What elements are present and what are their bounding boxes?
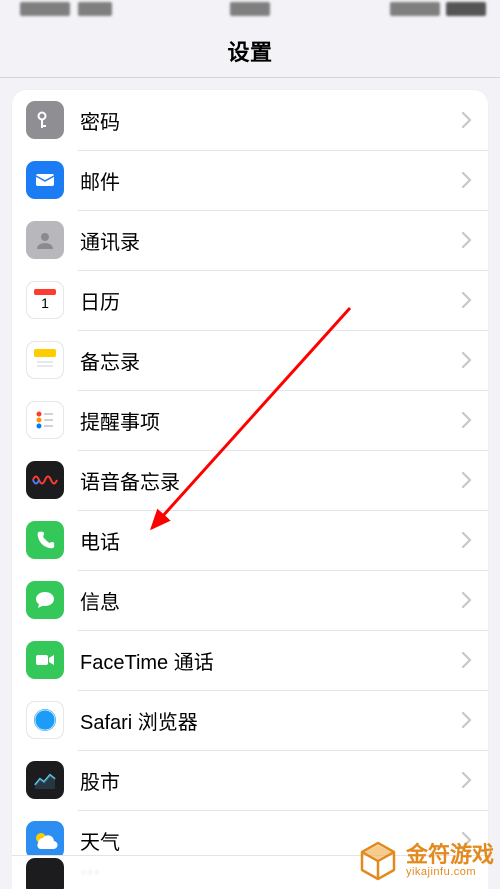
settings-group: 密码 邮件 通讯录 1 日历 [12,90,488,870]
reminders-icon [26,401,64,439]
row-label: 通讯录 [80,226,462,255]
translate-icon [26,858,64,889]
chevron-right-icon [462,532,472,548]
row-passwords[interactable]: 密码 [12,90,488,150]
row-label: Safari 浏览器 [80,706,462,735]
stocks-icon [26,761,64,799]
key-icon [26,101,64,139]
svg-text:1: 1 [41,295,49,311]
chevron-right-icon [462,772,472,788]
watermark: 金符游戏 yikajinfu.com [356,839,494,883]
safari-icon [26,701,64,739]
chevron-right-icon [462,712,472,728]
notes-icon [26,341,64,379]
chevron-right-icon [462,232,472,248]
voice-memos-icon [26,461,64,499]
contacts-icon [26,221,64,259]
chevron-right-icon [462,112,472,128]
chevron-right-icon [462,292,472,308]
row-safari[interactable]: Safari 浏览器 [12,690,488,750]
settings-screen: 设置 密码 邮件 通讯录 1 日历 [0,0,500,889]
row-label: 股市 [80,766,462,795]
row-mail[interactable]: 邮件 [12,150,488,210]
row-label: 提醒事项 [80,406,462,435]
weather-icon [26,821,64,859]
watermark-title: 金符游戏 [406,844,494,866]
row-phone[interactable]: 电话 [12,510,488,570]
status-bar [0,0,500,24]
title-bar: 设置 [0,24,500,78]
chevron-right-icon [462,412,472,428]
row-stocks[interactable]: 股市 [12,750,488,810]
row-notes[interactable]: 备忘录 [12,330,488,390]
facetime-icon [26,641,64,679]
row-label: 信息 [80,586,462,615]
messages-icon [26,581,64,619]
watermark-cube-icon [356,839,400,883]
calendar-icon: 1 [26,281,64,319]
chevron-right-icon [462,592,472,608]
chevron-right-icon [462,472,472,488]
mail-icon [26,161,64,199]
row-label: FaceTime 通话 [80,646,462,675]
chevron-right-icon [462,352,472,368]
row-messages[interactable]: 信息 [12,570,488,630]
row-label: 邮件 [80,166,462,195]
phone-icon [26,521,64,559]
row-reminders[interactable]: 提醒事项 [12,390,488,450]
row-label: 密码 [80,106,462,135]
page-title: 设置 [227,35,272,67]
row-facetime[interactable]: FaceTime 通话 [12,630,488,690]
row-label: 电话 [80,526,462,555]
row-contacts[interactable]: 通讯录 [12,210,488,270]
chevron-right-icon [462,172,472,188]
row-calendar[interactable]: 1 日历 [12,270,488,330]
row-voice-memos[interactable]: 语音备忘录 [12,450,488,510]
chevron-right-icon [462,652,472,668]
watermark-url: yikajinfu.com [406,866,494,878]
row-label: 日历 [80,286,462,315]
row-label: 语音备忘录 [80,466,462,495]
row-label: 备忘录 [80,346,462,375]
